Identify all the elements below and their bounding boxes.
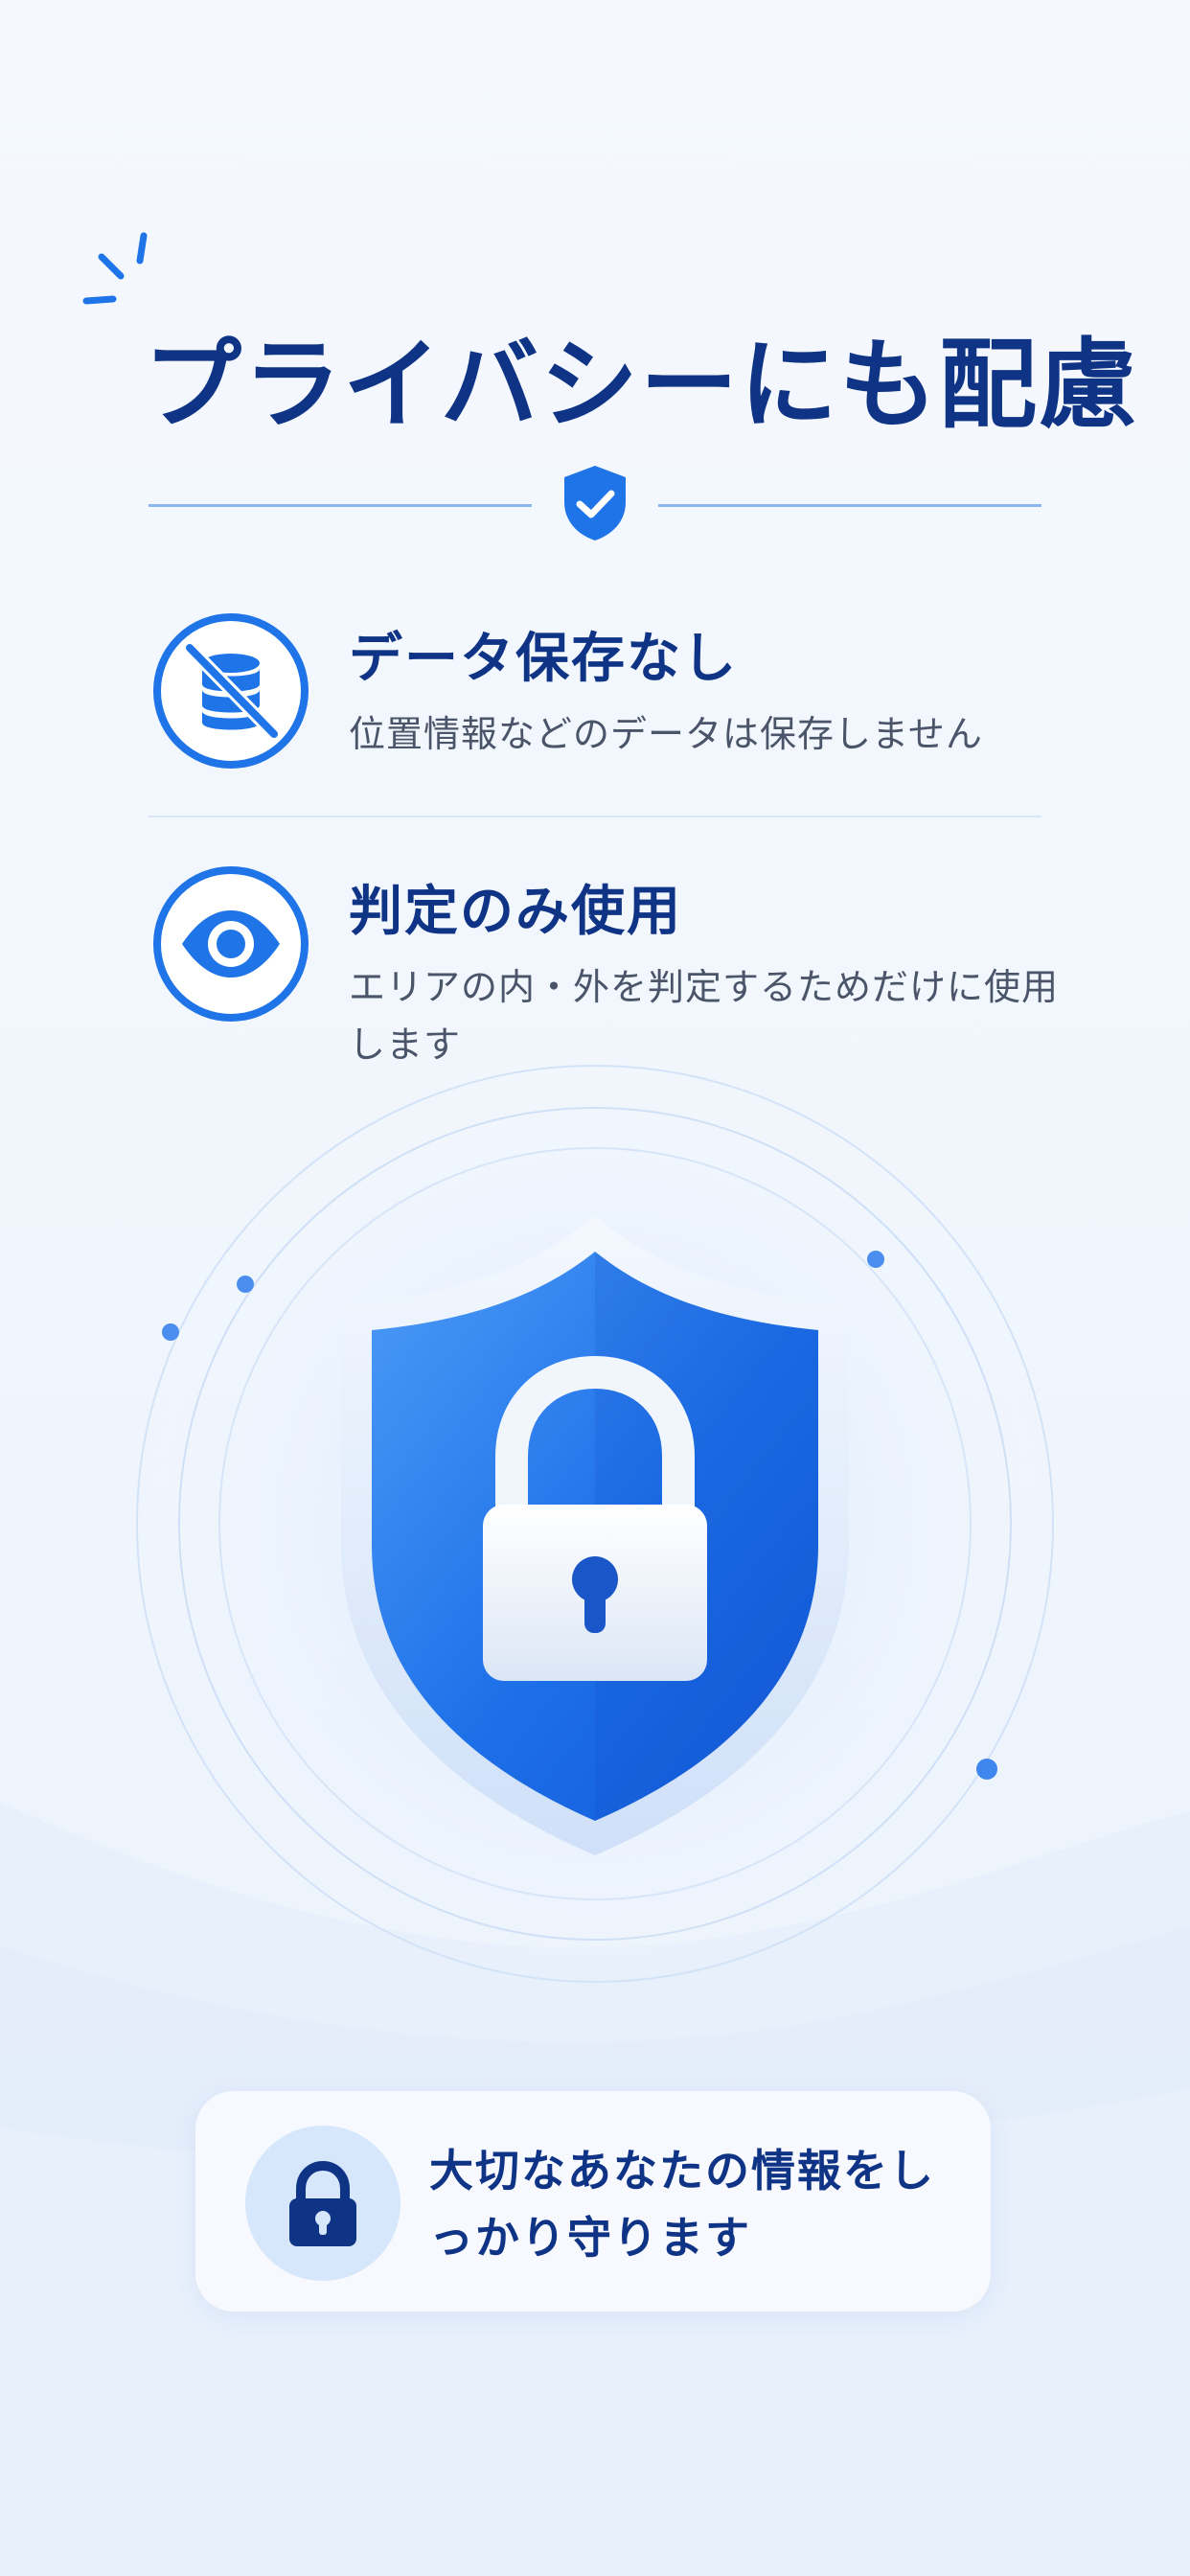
divider-line-right (658, 504, 1041, 507)
feature-item-judgment-only: 判定のみ使用 エリアの内・外を判定するためだけに使用します (153, 866, 1058, 1066)
no-database-icon (153, 613, 309, 769)
lock-icon-badge (245, 2126, 400, 2281)
feature-title: 判定のみ使用 (349, 881, 682, 943)
footer-message: 大切なあなたの情報をしっかり守ります (429, 2145, 935, 2264)
accent-strokes-icon (82, 232, 148, 305)
page-title: プライバシーにも配慮 (144, 329, 1138, 443)
feature-item-no-storage: データ保存なし 位置情報などのデータは保存しません (153, 613, 1044, 786)
title-divider (149, 450, 1041, 562)
section-divider (149, 816, 1041, 817)
shield-check-icon (564, 466, 626, 540)
lock-icon (289, 2160, 356, 2246)
feature-description: 位置情報などのデータは保存しません (349, 713, 983, 755)
shield-lock-icon (135, 1064, 1055, 1984)
feature-title: データ保存なし (349, 628, 738, 690)
divider-line-left (149, 504, 532, 507)
footer-card: 大切なあなたの情報をしっかり守ります (195, 2091, 991, 2312)
eye-icon (153, 866, 309, 1022)
